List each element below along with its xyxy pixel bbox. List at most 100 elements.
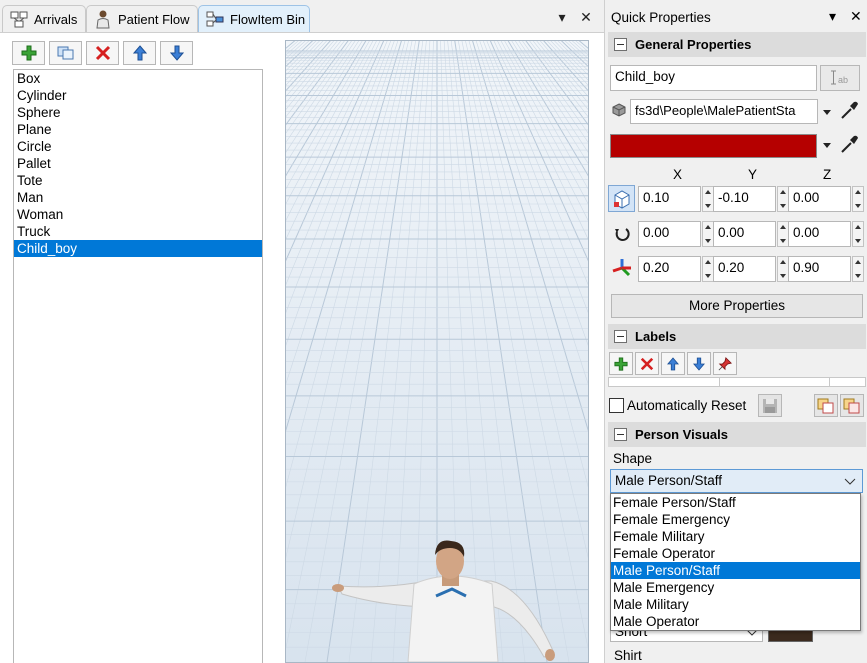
flowitem-list-item[interactable]: Box [14, 70, 262, 87]
add-flowitem-button[interactable] [12, 41, 45, 65]
shape-option[interactable]: Female Military [611, 528, 860, 545]
axis-x-label: X [673, 167, 683, 182]
size-z-field[interactable]: 0.90 [788, 256, 851, 282]
shape-option[interactable]: Female Person/Staff [611, 494, 860, 511]
general-properties-title: General Properties [635, 37, 752, 52]
tab-patient-flow-label: Patient Flow [118, 11, 190, 27]
labels-table[interactable] [608, 377, 866, 387]
svg-text:ab: ab [838, 75, 848, 85]
shape-file-dropdown[interactable] [823, 110, 831, 115]
shape-option[interactable]: Female Emergency [611, 511, 860, 528]
flowitem-list-item[interactable]: Cylinder [14, 87, 262, 104]
delete-label-button[interactable] [635, 352, 659, 375]
position-z-spinner[interactable] [852, 186, 864, 212]
flowitem-list-item[interactable]: Woman [14, 206, 262, 223]
tab-arrivals[interactable]: Arrivals [2, 5, 86, 32]
flowitem-list[interactable]: Box Cylinder Sphere Plane Circle Pallet … [13, 69, 263, 663]
pin-label-button[interactable] [713, 352, 737, 375]
size-x-field[interactable]: 0.20 [638, 256, 701, 282]
flowitem-list-item[interactable]: Tote [14, 172, 262, 189]
tab-patient-flow[interactable]: Patient Flow [86, 5, 198, 32]
position-z-field[interactable]: 0.00 [788, 186, 851, 212]
save-icon [763, 399, 777, 413]
quick-properties-title: Quick Properties [611, 10, 711, 25]
arrivals-icon [9, 9, 29, 29]
move-down-button[interactable] [160, 41, 193, 65]
close-tab-icon[interactable]: ✕ [578, 8, 594, 26]
document-tab-strip: Arrivals Patient Flow FlowItem Bin ▾ ✕ [0, 0, 604, 33]
collapse-icon[interactable] [614, 38, 627, 51]
color-eyedropper-icon[interactable] [838, 134, 860, 159]
chevron-down-icon [844, 478, 856, 485]
rotation-z-spinner[interactable] [852, 221, 864, 247]
person-visuals-header[interactable]: Person Visuals [608, 422, 866, 447]
shape-option[interactable]: Male Military [611, 596, 860, 613]
axis-y-label: Y [748, 167, 758, 182]
quick-properties-header: Quick Properties ▾ ✕ [605, 0, 867, 33]
panel-menu-dropdown[interactable]: ▾ [829, 8, 836, 25]
move-up-button[interactable] [123, 41, 156, 65]
pin-icon [718, 356, 732, 370]
move-up-icon [667, 356, 679, 370]
eyedropper-icon[interactable] [838, 100, 860, 125]
labels-header[interactable]: Labels [608, 324, 866, 349]
flowitem-toolbar [12, 41, 193, 65]
close-panel-icon[interactable]: ✕ [850, 8, 862, 25]
text-edit-icon: ab [831, 70, 848, 85]
labels-toolbar [609, 352, 737, 375]
size-z-spinner[interactable] [852, 256, 864, 282]
collapse-icon[interactable] [614, 428, 627, 441]
flowitem-list-item[interactable]: Plane [14, 121, 262, 138]
rotation-z-field[interactable]: 0.00 [788, 221, 851, 247]
edit-name-button[interactable]: ab [820, 65, 860, 91]
delete-flowitem-button[interactable] [86, 41, 119, 65]
axis-z-label: Z [823, 167, 832, 182]
shape-file-path[interactable]: fs3d\People\MalePatientSta [630, 99, 818, 124]
automatically-reset-label: Automatically Reset [627, 398, 747, 413]
flowitem-3d-view[interactable] [285, 40, 589, 663]
flowitem-list-item[interactable]: Circle [14, 138, 262, 155]
size-y-field[interactable]: 0.20 [713, 256, 776, 282]
shape-option[interactable]: Female Operator [611, 545, 860, 562]
tab-flowitem-bin[interactable]: FlowItem Bin [198, 5, 310, 32]
label-move-up-button[interactable] [661, 352, 685, 375]
automatically-reset-checkbox[interactable] [609, 398, 624, 413]
flowitem-list-item-selected[interactable]: Child_boy [14, 240, 262, 257]
general-properties-header[interactable]: General Properties [608, 32, 866, 57]
flowitem-list-item[interactable]: Pallet [14, 155, 262, 172]
flowitem-list-item[interactable]: Man [14, 189, 262, 206]
position-x-field[interactable]: 0.10 [638, 186, 701, 212]
copy-labels-icon [817, 398, 834, 414]
shape-option[interactable]: Male Emergency [611, 579, 860, 596]
save-reset-values-button[interactable] [758, 394, 782, 417]
move-down-icon [693, 357, 705, 371]
flowitem-list-item[interactable]: Sphere [14, 104, 262, 121]
tab-menu-dropdown[interactable]: ▾ [554, 8, 570, 26]
more-properties-button[interactable]: More Properties [611, 294, 863, 318]
position-mode-button[interactable] [608, 185, 635, 212]
shape-select[interactable]: Male Person/Staff [610, 469, 863, 493]
copy-labels-button[interactable] [814, 394, 838, 417]
rotation-x-field[interactable]: 0.00 [638, 221, 701, 247]
name-field[interactable]: Child_boy [610, 65, 817, 91]
shape-option[interactable]: Male Operator [611, 613, 860, 630]
collapse-icon[interactable] [614, 330, 627, 343]
color-swatch[interactable] [610, 134, 817, 158]
delete-icon [95, 45, 110, 61]
labels-table-divider [719, 378, 720, 386]
color-dropdown[interactable] [823, 143, 831, 148]
shape-option-selected[interactable]: Male Person/Staff [611, 562, 860, 579]
shape-dropdown-list[interactable]: Female Person/Staff Female Emergency Fem… [610, 493, 861, 631]
duplicate-flowitem-button[interactable] [49, 41, 82, 65]
position-y-field[interactable]: -0.10 [713, 186, 776, 212]
paste-labels-button[interactable] [840, 394, 864, 417]
flowitem-list-item[interactable]: Truck [14, 223, 262, 240]
labels-table-divider [829, 378, 830, 386]
shirt-label: Shirt [614, 648, 642, 663]
move-down-icon [169, 45, 184, 61]
label-move-down-button[interactable] [687, 352, 711, 375]
rotation-y-field[interactable]: 0.00 [713, 221, 776, 247]
flowitem-bin-icon [205, 9, 225, 29]
paste-labels-icon [843, 398, 860, 414]
add-label-button[interactable] [609, 352, 633, 375]
